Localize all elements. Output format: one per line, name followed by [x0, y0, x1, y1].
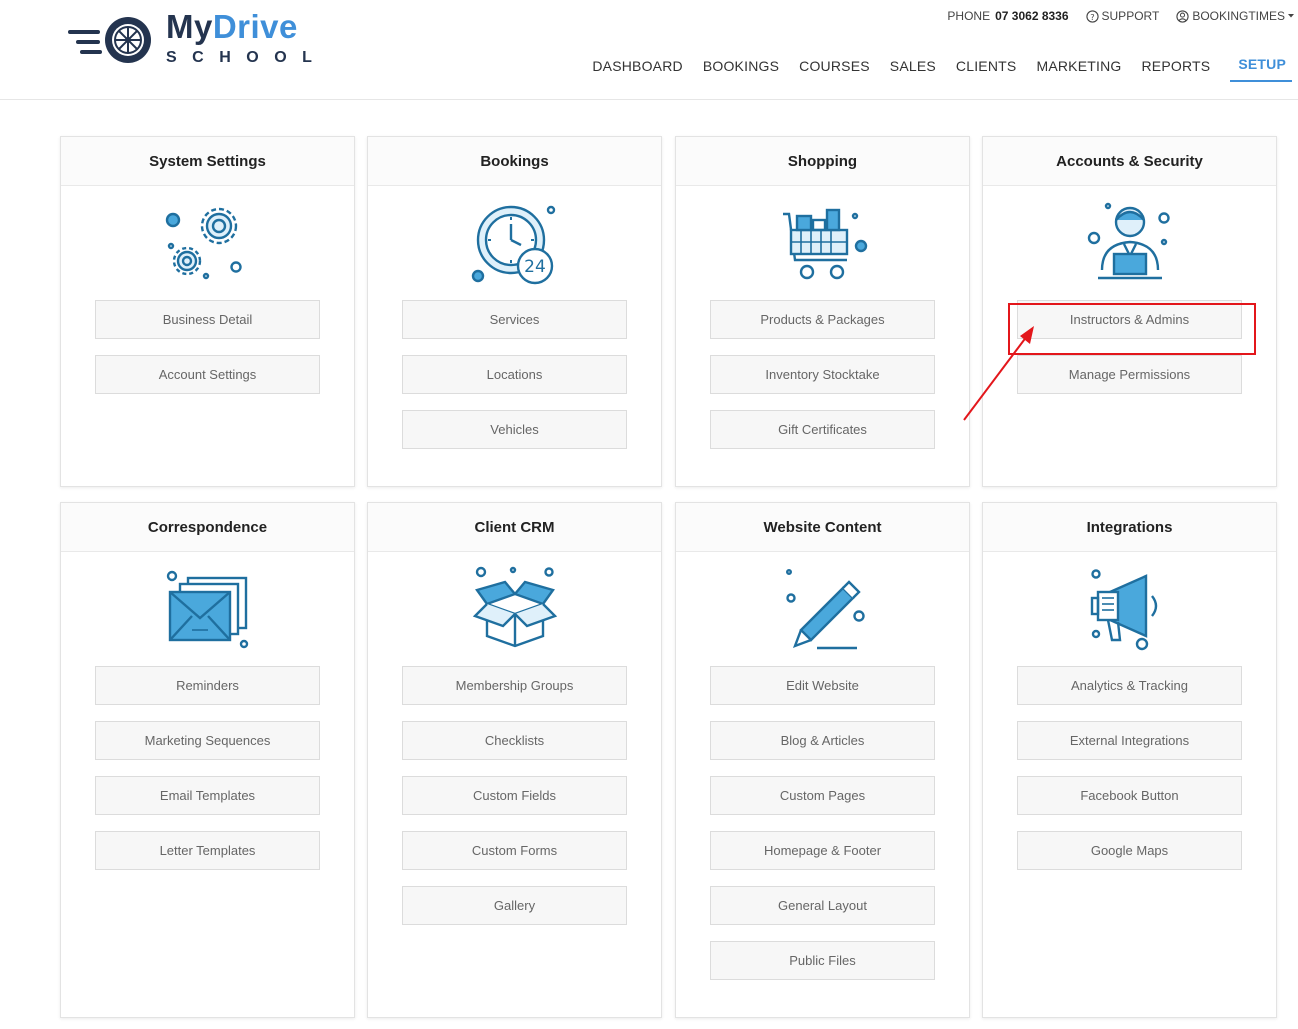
top-links: PHONE 07 3062 8336 ? SUPPORT BOOKINGTIME…	[930, 9, 1298, 23]
user-circle-icon	[1176, 9, 1189, 23]
custom-forms-button[interactable]: Custom Forms	[402, 831, 627, 870]
card-shopping: Shopping Products & Packages Inventory S…	[675, 136, 970, 487]
main-nav: DASHBOARD BOOKINGS COURSES SALES CLIENTS…	[572, 56, 1292, 82]
card-title: Website Content	[676, 503, 969, 552]
public-files-button[interactable]: Public Files	[710, 941, 935, 980]
card-title: Shopping	[676, 137, 969, 186]
card-correspondence: Correspondence Reminders Marketing Seque…	[60, 502, 355, 1018]
custom-pages-button[interactable]: Custom Pages	[710, 776, 935, 815]
vehicles-button[interactable]: Vehicles	[402, 410, 627, 449]
card-system-settings: System Settings Business Detail Account …	[60, 136, 355, 487]
logo[interactable]: MyDrive SCHOOL	[68, 8, 338, 70]
logo-subtext: SCHOOL	[166, 49, 328, 66]
marketing-sequences-button[interactable]: Marketing Sequences	[95, 721, 320, 760]
card-title: Correspondence	[61, 503, 354, 552]
clock-24-icon: 24	[368, 186, 661, 300]
business-detail-button[interactable]: Business Detail	[95, 300, 320, 339]
nav-clients[interactable]: CLIENTS	[956, 56, 1017, 82]
account-settings-button[interactable]: Account Settings	[95, 355, 320, 394]
products-packages-button[interactable]: Products & Packages	[710, 300, 935, 339]
svg-text:24: 24	[524, 257, 546, 277]
phone-label: PHONE	[947, 9, 991, 23]
nav-bookings[interactable]: BOOKINGS	[703, 56, 779, 82]
help-circle-icon: ?	[1085, 9, 1099, 23]
phone-number[interactable]: 07 3062 8336	[995, 9, 1068, 23]
card-website-content: Website Content Edit Website Blog & Arti…	[675, 502, 970, 1018]
gift-certificates-button[interactable]: Gift Certificates	[710, 410, 935, 449]
open-box-icon	[368, 552, 661, 666]
external-integrations-button[interactable]: External Integrations	[1017, 721, 1242, 760]
blog-articles-button[interactable]: Blog & Articles	[710, 721, 935, 760]
logo-wheel-icon	[68, 17, 151, 63]
letter-templates-button[interactable]: Letter Templates	[95, 831, 320, 870]
envelopes-icon	[61, 552, 354, 666]
nav-sales[interactable]: SALES	[890, 56, 936, 82]
custom-fields-button[interactable]: Custom Fields	[402, 776, 627, 815]
nav-setup[interactable]: SETUP	[1230, 54, 1292, 82]
locations-button[interactable]: Locations	[402, 355, 627, 394]
card-title: Accounts & Security	[983, 137, 1276, 186]
gallery-button[interactable]: Gallery	[402, 886, 627, 925]
support-link[interactable]: ? SUPPORT	[1085, 9, 1160, 23]
card-title: System Settings	[61, 137, 354, 186]
nav-dashboard[interactable]: DASHBOARD	[592, 56, 682, 82]
manage-permissions-button[interactable]: Manage Permissions	[1017, 355, 1242, 394]
account-menu[interactable]: BOOKINGTIMES	[1176, 9, 1298, 23]
logo-text: MyDrive	[166, 8, 298, 45]
edit-website-button[interactable]: Edit Website	[710, 666, 935, 705]
reminders-button[interactable]: Reminders	[95, 666, 320, 705]
card-title: Client CRM	[368, 503, 661, 552]
shopping-cart-icon	[676, 186, 969, 300]
homepage-footer-button[interactable]: Homepage & Footer	[710, 831, 935, 870]
card-bookings: Bookings 24 Services Locations Vehicles	[367, 136, 662, 487]
nav-marketing[interactable]: MARKETING	[1036, 56, 1121, 82]
general-layout-button[interactable]: General Layout	[710, 886, 935, 925]
card-integrations: Integrations Analytics & Tracking Extern…	[982, 502, 1277, 1018]
services-button[interactable]: Services	[402, 300, 627, 339]
email-templates-button[interactable]: Email Templates	[95, 776, 320, 815]
user-laptop-icon	[983, 186, 1276, 300]
card-title: Bookings	[368, 137, 661, 186]
gears-icon	[61, 186, 354, 300]
pointer-arrow-icon	[963, 326, 1034, 421]
card-title: Integrations	[983, 503, 1276, 552]
phone: PHONE 07 3062 8336	[947, 9, 1068, 23]
header: MyDrive SCHOOL PHONE 07 3062 8336 ? SUPP…	[0, 0, 1298, 100]
inventory-stocktake-button[interactable]: Inventory Stocktake	[710, 355, 935, 394]
facebook-button-button[interactable]: Facebook Button	[1017, 776, 1242, 815]
nav-courses[interactable]: COURSES	[799, 56, 870, 82]
support-label: SUPPORT	[1101, 9, 1160, 23]
analytics-tracking-button[interactable]: Analytics & Tracking	[1017, 666, 1242, 705]
nav-reports[interactable]: REPORTS	[1141, 56, 1210, 82]
account-label: BOOKINGTIMES	[1192, 9, 1285, 23]
highlight-box	[1008, 303, 1256, 355]
checklists-button[interactable]: Checklists	[402, 721, 627, 760]
membership-groups-button[interactable]: Membership Groups	[402, 666, 627, 705]
megaphone-icon	[983, 552, 1276, 666]
svg-text:?: ?	[1090, 11, 1094, 21]
google-maps-button[interactable]: Google Maps	[1017, 831, 1242, 870]
caret-down-icon	[1288, 14, 1294, 18]
pencil-icon	[676, 552, 969, 666]
card-client-crm: Client CRM Membership Groups Checklists …	[367, 502, 662, 1018]
